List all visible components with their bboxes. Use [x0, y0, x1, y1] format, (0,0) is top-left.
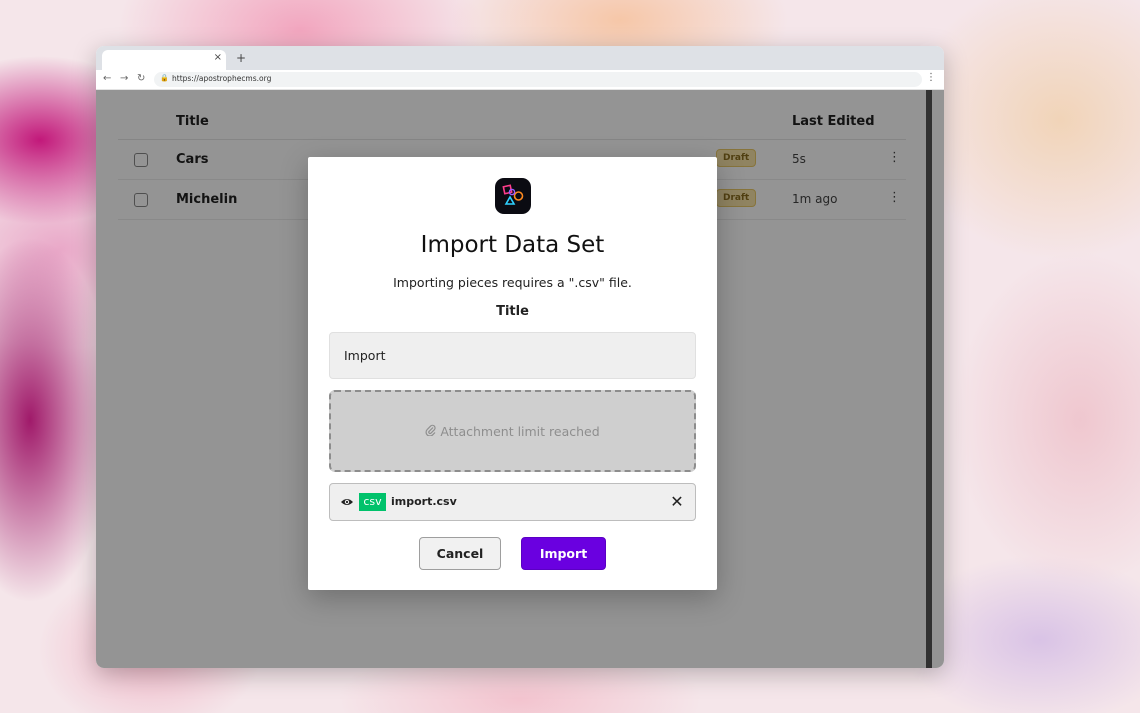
forward-icon[interactable]: → [120, 73, 128, 84]
close-icon[interactable]: ✕ [666, 491, 688, 513]
eye-icon[interactable] [340, 494, 354, 508]
dropzone-text: Attachment limit reached [440, 424, 600, 439]
browser-window: × + ← → ↻ 🔒 https://apostrophecms.org ⋮ … [96, 46, 944, 668]
modal-description: Importing pieces requires a ".csv" file. [393, 275, 632, 290]
new-tab-icon[interactable]: + [236, 51, 246, 65]
title-field-label: Title [496, 304, 529, 319]
modal-title: Import Data Set [420, 232, 605, 258]
url-text: https://apostrophecms.org [172, 74, 272, 83]
apostrophe-logo-icon [495, 178, 531, 214]
dropzone-message: Attachment limit reached [331, 424, 694, 439]
cancel-button[interactable]: Cancel [419, 537, 501, 570]
paperclip-icon [425, 424, 436, 439]
tab-close-icon[interactable]: × [214, 52, 222, 63]
file-type-badge: csv [359, 493, 386, 511]
page-content: Title Last Edited Cars Draft 5s ⋮ Michel… [96, 90, 944, 668]
attached-file: csv import.csv ✕ [329, 483, 696, 521]
url-field[interactable]: 🔒 https://apostrophecms.org [154, 72, 922, 87]
tab-strip: × + [96, 46, 944, 70]
import-modal: Import Data Set Importing pieces require… [308, 157, 717, 590]
title-input[interactable] [329, 332, 696, 379]
browser-menu-icon[interactable]: ⋮ [926, 72, 936, 83]
lock-icon: 🔒 [160, 74, 169, 82]
reload-icon[interactable]: ↻ [137, 73, 145, 84]
import-button[interactable]: Import [521, 537, 606, 570]
browser-tab[interactable]: × [102, 50, 226, 70]
attachment-dropzone: Attachment limit reached [329, 390, 696, 472]
back-icon[interactable]: ← [103, 73, 111, 84]
file-name: import.csv [391, 495, 457, 508]
address-bar: ← → ↻ 🔒 https://apostrophecms.org ⋮ [96, 70, 944, 90]
